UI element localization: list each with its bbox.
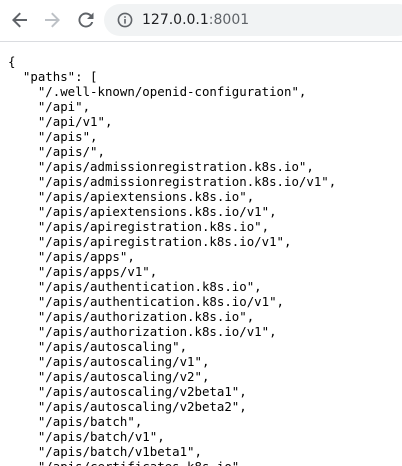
page-content: { "paths": [ "/.well-known/openid-config… [0,42,402,466]
json-path-entry: "/api/v1", [8,114,113,129]
json-path-entry: "/apis/autoscaling/v2", [8,369,210,384]
forward-button[interactable] [40,8,64,32]
json-path-entry: "/.well-known/openid-configuration", [8,84,307,99]
paths-key-line: "paths": [ [8,69,402,84]
json-path-entry: "/apis/authentication.k8s.io/v1", [8,294,285,309]
back-button[interactable] [8,8,32,32]
json-path-entry: "/apis/apiextensions.k8s.io", [8,189,255,204]
paths-list: "/.well-known/openid-configuration", "/a… [8,84,402,466]
json-path-entry: "/apis/", [8,144,105,159]
json-path-entry: "/apis/batch", [8,414,143,429]
json-path-entry: "/apis/authentication.k8s.io", [8,279,262,294]
json-path-entry: "/apis/apps/v1", [8,264,158,279]
json-path-entry: "/apis/authorization.k8s.io", [8,309,255,324]
address-bar[interactable]: 127.0.0.1:8001 [104,4,402,36]
json-viewer: { "paths": [ "/.well-known/openid-config… [0,42,402,466]
json-path-entry: "/apis/apiregistration.k8s.io/v1", [8,234,292,249]
json-path-entry: "/apis/certificates.k8s.io", [8,459,402,466]
json-path-entry: "/apis/admissionregistration.k8s.io/v1", [8,174,337,189]
url-host: 127.0.0.1 [142,12,209,28]
json-path-entry: "/apis/apiregistration.k8s.io", [8,219,270,234]
json-path-entry: "/apis/batch/v1beta1", [8,444,202,459]
json-path-entry: "/apis/apiextensions.k8s.io/v1", [8,204,277,219]
open-brace: { [8,54,16,69]
json-path-entry: "/api", [8,99,91,114]
browser-toolbar: 127.0.0.1:8001 [0,0,402,42]
reload-icon [78,12,94,28]
json-path-entry: "/apis/autoscaling/v1", [8,354,210,369]
json-path-entry: "/apis/autoscaling/v2beta1", [8,384,247,399]
json-path-entry: "/apis/apps", [8,249,135,264]
json-path-entry: "/apis/autoscaling", [8,339,188,354]
back-arrow-icon [12,12,27,28]
info-icon[interactable] [117,12,133,28]
reload-button[interactable] [74,8,98,32]
forward-arrow-icon [45,12,60,28]
json-path-entry: "/apis/batch/v1", [8,429,165,444]
paths-key: "paths": [ [22,69,98,84]
url-port: :8001 [208,12,250,28]
json-path-entry: "/apis/authorization.k8s.io/v1", [8,324,277,339]
json-path-entry: "/apis/autoscaling/v2beta2", [8,399,247,414]
json-path-entry: "/apis/admissionregistration.k8s.io", [8,159,314,174]
url-text[interactable]: 127.0.0.1:8001 [142,11,249,29]
json-path-entry: "/apis", [8,129,98,144]
